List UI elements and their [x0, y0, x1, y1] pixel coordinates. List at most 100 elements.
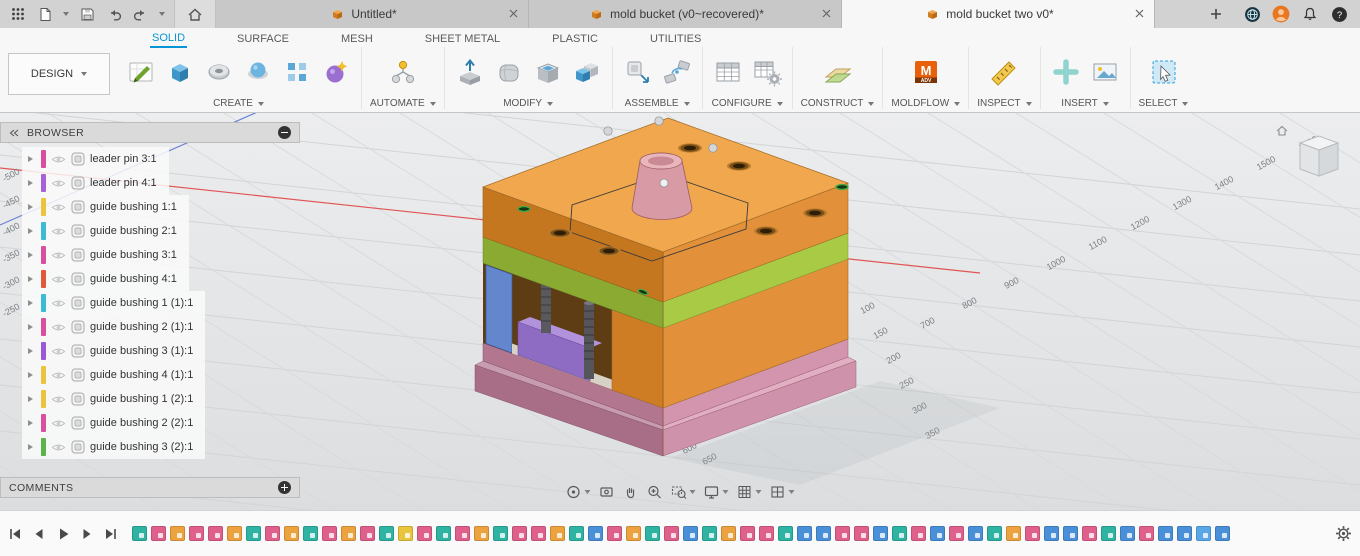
- notifications-bell-icon[interactable]: [1301, 5, 1319, 23]
- visibility-eye-icon[interactable]: [51, 274, 66, 285]
- box-icon[interactable]: [163, 55, 197, 89]
- timeline-feature-icon[interactable]: [683, 526, 698, 541]
- orbit-button[interactable]: [566, 484, 591, 500]
- expand-arrow-icon[interactable]: [28, 276, 33, 282]
- timeline-feature-icon[interactable]: [930, 526, 945, 541]
- timeline-feature-icon[interactable]: [417, 526, 432, 541]
- zoom-button[interactable]: [647, 484, 663, 500]
- browser-item[interactable]: guide bushing 3 (1):1: [22, 339, 206, 363]
- timeline-feature-icon[interactable]: [550, 526, 565, 541]
- expand-arrow-icon[interactable]: [28, 300, 33, 306]
- ribbon-tab[interactable]: SOLID: [150, 31, 188, 48]
- browser-item[interactable]: guide bushing 2:1: [22, 219, 189, 243]
- pattern-icon[interactable]: [280, 55, 314, 89]
- timeline-feature-icon[interactable]: [607, 526, 622, 541]
- document-tab[interactable]: mold bucket two v0*: [842, 0, 1155, 28]
- expand-arrow-icon[interactable]: [28, 396, 33, 402]
- play-button[interactable]: [56, 527, 70, 541]
- select-menu[interactable]: SELECT: [1139, 98, 1189, 109]
- visibility-eye-icon[interactable]: [51, 346, 66, 357]
- visibility-eye-icon[interactable]: [51, 370, 66, 381]
- construction-plane-icon[interactable]: [821, 55, 855, 89]
- timeline-feature-icon[interactable]: [797, 526, 812, 541]
- browser-item[interactable]: guide bushing 2 (2):1: [22, 411, 206, 435]
- redo-icon[interactable]: [132, 5, 150, 23]
- timeline-feature-icon[interactable]: [265, 526, 280, 541]
- timeline-feature-icon[interactable]: [835, 526, 850, 541]
- timeline-feature-icon[interactable]: [189, 526, 204, 541]
- timeline-feature-icon[interactable]: [493, 526, 508, 541]
- apps-grid-icon[interactable]: [9, 5, 27, 23]
- skip-to-end-button[interactable]: [104, 527, 118, 541]
- viewports-button[interactable]: [770, 484, 795, 500]
- step-forward-button[interactable]: [80, 527, 94, 541]
- timeline-feature-icon[interactable]: [664, 526, 679, 541]
- visibility-eye-icon[interactable]: [51, 178, 66, 189]
- 3d-viewport[interactable]: 100 150 200 250 300 350 400 450 500 550 600 650 700…: [0, 113, 1360, 556]
- timeline-feature-icon[interactable]: [227, 526, 242, 541]
- file-menu-icon[interactable]: [36, 5, 54, 23]
- grid-settings-button[interactable]: [737, 484, 762, 500]
- expand-arrow-icon[interactable]: [28, 372, 33, 378]
- timeline-feature-icon[interactable]: [1215, 526, 1230, 541]
- expand-arrow-icon[interactable]: [28, 252, 33, 258]
- browser-item[interactable]: guide bushing 4 (1):1: [22, 363, 206, 387]
- fillet-icon[interactable]: [492, 55, 526, 89]
- timeline-feature-icon[interactable]: [246, 526, 261, 541]
- timeline-feature-icon[interactable]: [208, 526, 223, 541]
- timeline-feature-icon[interactable]: [873, 526, 888, 541]
- timeline-feature-icon[interactable]: [531, 526, 546, 541]
- skip-to-start-button[interactable]: [8, 527, 22, 541]
- timeline-feature-icon[interactable]: [398, 526, 413, 541]
- ribbon-tab[interactable]: SHEET METAL: [423, 32, 502, 47]
- inspect-menu[interactable]: INSPECT: [977, 98, 1032, 109]
- comments-expand-icon[interactable]: [278, 481, 291, 494]
- timeline-feature-icon[interactable]: [1177, 526, 1192, 541]
- collapse-chevrons-icon[interactable]: [9, 129, 19, 137]
- design-workspace-dropdown[interactable]: DESIGN: [8, 53, 110, 95]
- browser-item[interactable]: guide bushing 1 (1):1: [22, 291, 206, 315]
- create-sketch-icon[interactable]: [124, 55, 158, 89]
- timeline-feature-icon[interactable]: [1120, 526, 1135, 541]
- timeline-feature-icon[interactable]: [436, 526, 451, 541]
- insert-decal-icon[interactable]: [1049, 55, 1083, 89]
- home-button[interactable]: [174, 0, 216, 28]
- timeline-feature-icon[interactable]: [151, 526, 166, 541]
- timeline-feature-icon[interactable]: [132, 526, 147, 541]
- configure-settings-icon[interactable]: [750, 55, 784, 89]
- timeline-feature-icon[interactable]: [854, 526, 869, 541]
- ribbon-tab[interactable]: MESH: [339, 32, 375, 47]
- timeline-feature-icon[interactable]: [455, 526, 470, 541]
- timeline-feature-icon[interactable]: [170, 526, 185, 541]
- insert-menu[interactable]: INSERT: [1061, 98, 1109, 109]
- visibility-eye-icon[interactable]: [51, 322, 66, 333]
- close-icon[interactable]: [1135, 9, 1144, 18]
- expand-arrow-icon[interactable]: [28, 324, 33, 330]
- timeline-feature-icon[interactable]: [1158, 526, 1173, 541]
- timeline-feature-icon[interactable]: [702, 526, 717, 541]
- timeline-settings-button[interactable]: [1335, 525, 1352, 542]
- timeline-feature-icon[interactable]: [303, 526, 318, 541]
- browser-header[interactable]: BROWSER: [0, 122, 300, 143]
- measure-icon[interactable]: [987, 55, 1021, 89]
- browser-item[interactable]: leader pin 3:1: [22, 147, 169, 171]
- select-window-icon[interactable]: [1147, 55, 1181, 89]
- undo-icon[interactable]: [105, 5, 123, 23]
- form-icon[interactable]: [319, 55, 353, 89]
- visibility-eye-icon[interactable]: [51, 394, 66, 405]
- moldflow-menu[interactable]: MOLDFLOW: [891, 98, 961, 109]
- help-icon[interactable]: ?: [1330, 5, 1348, 23]
- modify-menu[interactable]: MODIFY: [503, 98, 554, 109]
- timeline-feature-icon[interactable]: [341, 526, 356, 541]
- expand-arrow-icon[interactable]: [28, 180, 33, 186]
- timeline-feature-icon[interactable]: [949, 526, 964, 541]
- shell-icon[interactable]: [531, 55, 565, 89]
- configure-menu[interactable]: CONFIGURE: [712, 98, 783, 109]
- browser-item[interactable]: guide bushing 3 (2):1: [22, 435, 206, 459]
- timeline-feature-icon[interactable]: [1044, 526, 1059, 541]
- visibility-eye-icon[interactable]: [51, 202, 66, 213]
- browser-item[interactable]: guide bushing 1 (2):1: [22, 387, 206, 411]
- document-tab[interactable]: Untitled*: [216, 0, 529, 28]
- configuration-table-icon[interactable]: [711, 55, 745, 89]
- visibility-eye-icon[interactable]: [51, 154, 66, 165]
